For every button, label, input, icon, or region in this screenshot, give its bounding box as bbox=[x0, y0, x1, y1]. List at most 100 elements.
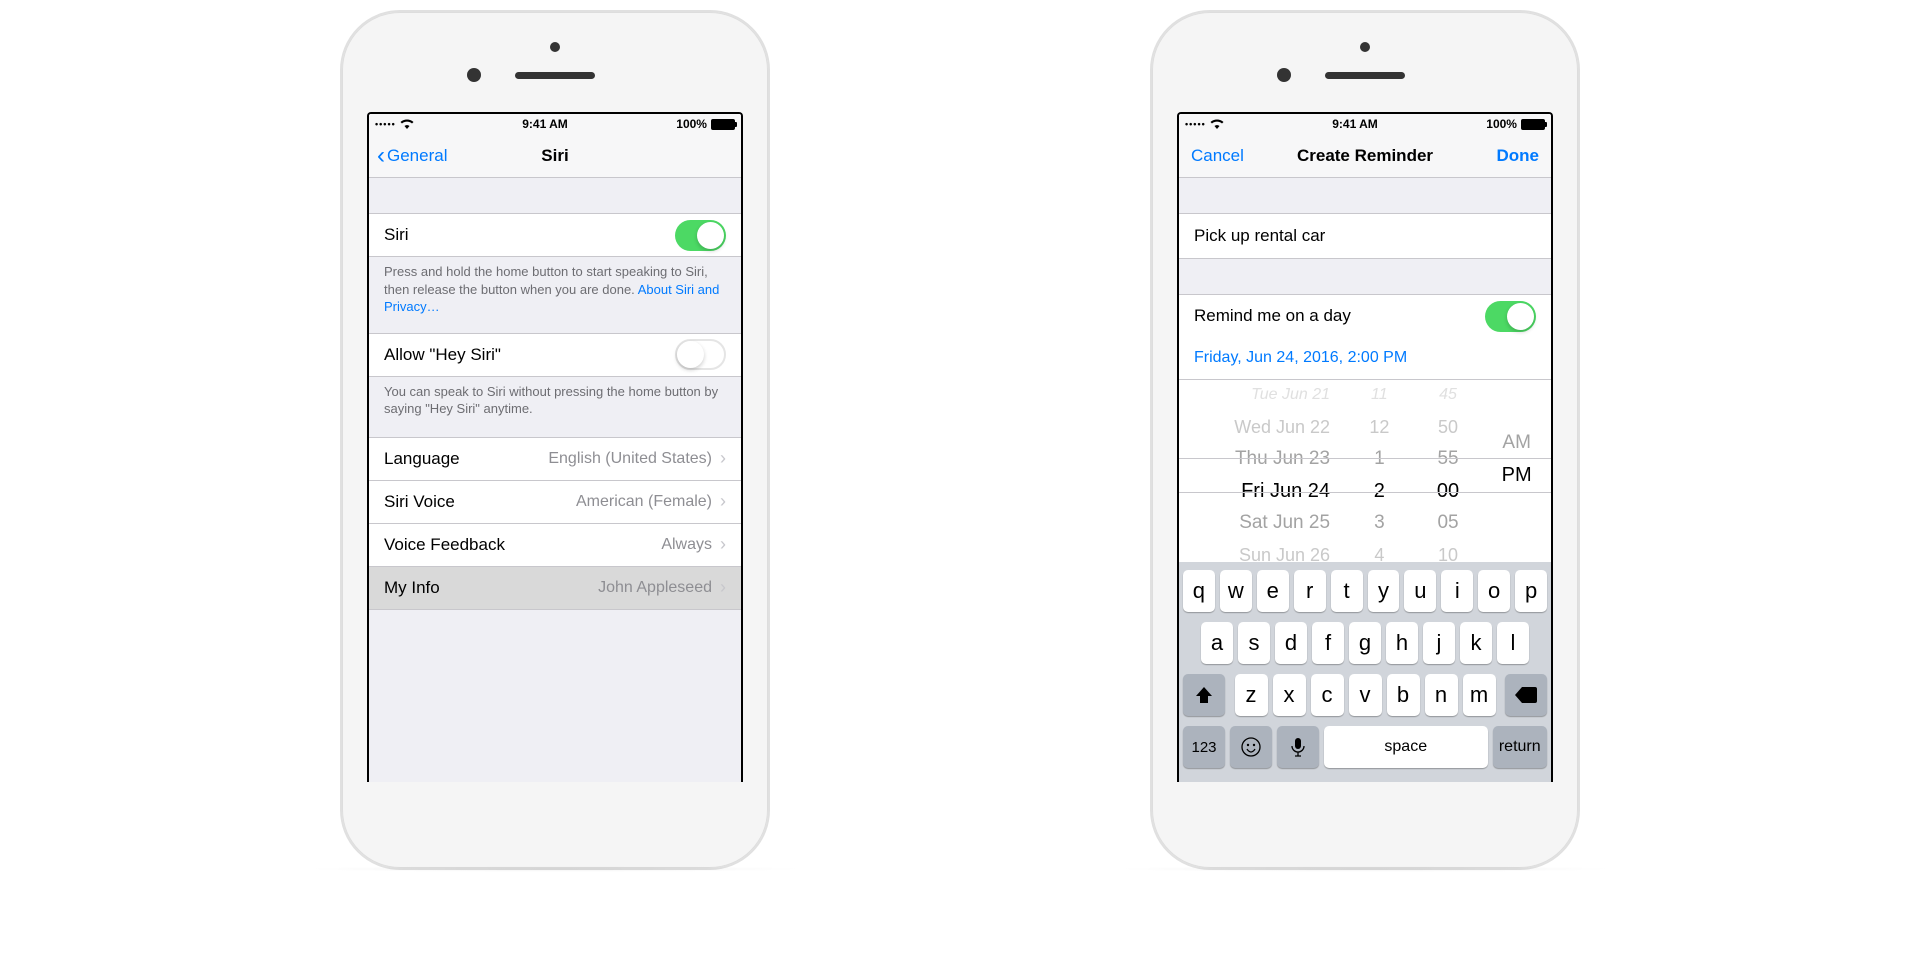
key-p[interactable]: p bbox=[1515, 570, 1547, 612]
language-cell[interactable]: Language English (United States) › bbox=[369, 437, 741, 481]
signal-icon: ••••• bbox=[375, 119, 396, 129]
space-key[interactable]: space bbox=[1324, 726, 1488, 768]
chevron-right-icon: › bbox=[720, 577, 726, 598]
key-l[interactable]: l bbox=[1497, 622, 1529, 664]
done-button[interactable]: Done bbox=[1497, 146, 1540, 166]
chevron-right-icon: › bbox=[720, 491, 726, 512]
chevron-back-icon: ‹ bbox=[377, 144, 385, 168]
key-o[interactable]: o bbox=[1478, 570, 1510, 612]
status-time: 9:41 AM bbox=[522, 117, 568, 131]
phone-siri-settings: ••••• 9:41 AM 100% ‹ General Siri Siri P… bbox=[340, 10, 770, 870]
key-e[interactable]: e bbox=[1257, 570, 1289, 612]
hey-siri-label: Allow "Hey Siri" bbox=[384, 345, 675, 365]
key-q[interactable]: q bbox=[1183, 570, 1215, 612]
remind-day-switch[interactable] bbox=[1485, 301, 1536, 332]
key-n[interactable]: n bbox=[1425, 674, 1458, 716]
picker-minute-column[interactable]: 45 50 55 00 05 10 bbox=[1414, 380, 1483, 569]
hey-siri-footer: You can speak to Siri without pressing t… bbox=[369, 376, 741, 425]
picker-hour-column[interactable]: 11 12 1 2 3 4 bbox=[1345, 380, 1414, 569]
nav-bar: Cancel Create Reminder Done bbox=[1179, 134, 1551, 178]
key-g[interactable]: g bbox=[1349, 622, 1381, 664]
status-bar: ••••• 9:41 AM 100% bbox=[1179, 114, 1551, 134]
cancel-button[interactable]: Cancel bbox=[1191, 146, 1244, 166]
battery-icon bbox=[711, 119, 735, 130]
nav-back-button[interactable]: ‹ General bbox=[377, 144, 447, 168]
datetime-picker[interactable]: Tue Jun 21 Wed Jun 22 Thu Jun 23 Fri Jun… bbox=[1179, 380, 1551, 570]
key-w[interactable]: w bbox=[1220, 570, 1252, 612]
key-m[interactable]: m bbox=[1463, 674, 1496, 716]
chevron-right-icon: › bbox=[720, 448, 726, 469]
shift-key[interactable] bbox=[1183, 674, 1225, 716]
screen: ••••• 9:41 AM 100% Cancel Create Reminde… bbox=[1177, 112, 1553, 782]
return-key[interactable]: return bbox=[1493, 726, 1548, 768]
my-info-value: John Appleseed bbox=[598, 579, 712, 597]
voice-feedback-cell[interactable]: Voice Feedback Always › bbox=[369, 523, 741, 567]
siri-voice-cell[interactable]: Siri Voice American (Female) › bbox=[369, 480, 741, 524]
backspace-key[interactable] bbox=[1505, 674, 1547, 716]
my-info-label: My Info bbox=[384, 578, 598, 598]
key-i[interactable]: i bbox=[1441, 570, 1473, 612]
key-t[interactable]: t bbox=[1331, 570, 1363, 612]
key-v[interactable]: v bbox=[1349, 674, 1382, 716]
numbers-key[interactable]: 123 bbox=[1183, 726, 1225, 768]
phone-sensor bbox=[1277, 68, 1291, 82]
battery-percent: 100% bbox=[1486, 117, 1517, 131]
key-x[interactable]: x bbox=[1273, 674, 1306, 716]
battery-percent: 100% bbox=[676, 117, 707, 131]
siri-voice-value: American (Female) bbox=[576, 493, 712, 511]
wifi-icon bbox=[1210, 119, 1224, 129]
siri-toggle-label: Siri bbox=[384, 225, 675, 245]
phone-camera bbox=[1360, 42, 1370, 52]
siri-voice-label: Siri Voice bbox=[384, 492, 576, 512]
key-r[interactable]: r bbox=[1294, 570, 1326, 612]
phone-create-reminder: ••••• 9:41 AM 100% Cancel Create Reminde… bbox=[1150, 10, 1580, 870]
wifi-icon bbox=[400, 119, 414, 129]
keyboard-row-4: 123 space return bbox=[1183, 726, 1547, 768]
signal-icon: ••••• bbox=[1185, 119, 1206, 129]
key-y[interactable]: y bbox=[1368, 570, 1400, 612]
key-s[interactable]: s bbox=[1238, 622, 1270, 664]
key-b[interactable]: b bbox=[1387, 674, 1420, 716]
hey-siri-toggle-cell[interactable]: Allow "Hey Siri" bbox=[369, 333, 741, 377]
phone-speaker bbox=[515, 72, 595, 79]
keyboard-row-2: asdfghjkl bbox=[1183, 622, 1547, 664]
voice-feedback-label: Voice Feedback bbox=[384, 535, 661, 555]
phone-camera bbox=[550, 42, 560, 52]
siri-switch[interactable] bbox=[675, 220, 726, 251]
key-c[interactable]: c bbox=[1311, 674, 1344, 716]
nav-bar: ‹ General Siri bbox=[369, 134, 741, 178]
phone-sensor bbox=[467, 68, 481, 82]
siri-footer: Press and hold the home button to start … bbox=[369, 256, 741, 323]
phone-speaker bbox=[1325, 72, 1405, 79]
chevron-right-icon: › bbox=[720, 534, 726, 555]
picker-ampm-column[interactable]: AM PM bbox=[1482, 380, 1551, 569]
picker-date-column[interactable]: Tue Jun 21 Wed Jun 22 Thu Jun 23 Fri Jun… bbox=[1179, 380, 1345, 569]
language-label: Language bbox=[384, 449, 548, 469]
emoji-key[interactable] bbox=[1230, 726, 1272, 768]
key-u[interactable]: u bbox=[1404, 570, 1436, 612]
my-info-cell[interactable]: My Info John Appleseed › bbox=[369, 566, 741, 610]
key-z[interactable]: z bbox=[1235, 674, 1268, 716]
key-k[interactable]: k bbox=[1460, 622, 1492, 664]
key-f[interactable]: f bbox=[1312, 622, 1344, 664]
battery-icon bbox=[1521, 119, 1545, 130]
hey-siri-switch[interactable] bbox=[675, 339, 726, 370]
reminder-date-display[interactable]: Friday, Jun 24, 2016, 2:00 PM bbox=[1179, 337, 1551, 380]
keyboard-row-3: zxcvbnm bbox=[1183, 674, 1547, 716]
voice-feedback-value: Always bbox=[661, 536, 712, 554]
status-bar: ••••• 9:41 AM 100% bbox=[369, 114, 741, 134]
screen: ••••• 9:41 AM 100% ‹ General Siri Siri P… bbox=[367, 112, 743, 782]
nav-title: Siri bbox=[541, 146, 568, 166]
status-time: 9:41 AM bbox=[1332, 117, 1378, 131]
keyboard-row-1: qwertyuiop bbox=[1183, 570, 1547, 612]
key-a[interactable]: a bbox=[1201, 622, 1233, 664]
siri-toggle-cell[interactable]: Siri bbox=[369, 213, 741, 257]
key-h[interactable]: h bbox=[1386, 622, 1418, 664]
key-d[interactable]: d bbox=[1275, 622, 1307, 664]
remind-day-toggle-cell[interactable]: Remind me on a day bbox=[1179, 294, 1551, 338]
key-j[interactable]: j bbox=[1423, 622, 1455, 664]
nav-title: Create Reminder bbox=[1297, 146, 1433, 166]
mic-key[interactable] bbox=[1277, 726, 1319, 768]
keyboard[interactable]: qwertyuiop asdfghjkl zxcvbnm 123 space r… bbox=[1179, 562, 1551, 782]
reminder-title-input[interactable]: Pick up rental car bbox=[1179, 213, 1551, 259]
